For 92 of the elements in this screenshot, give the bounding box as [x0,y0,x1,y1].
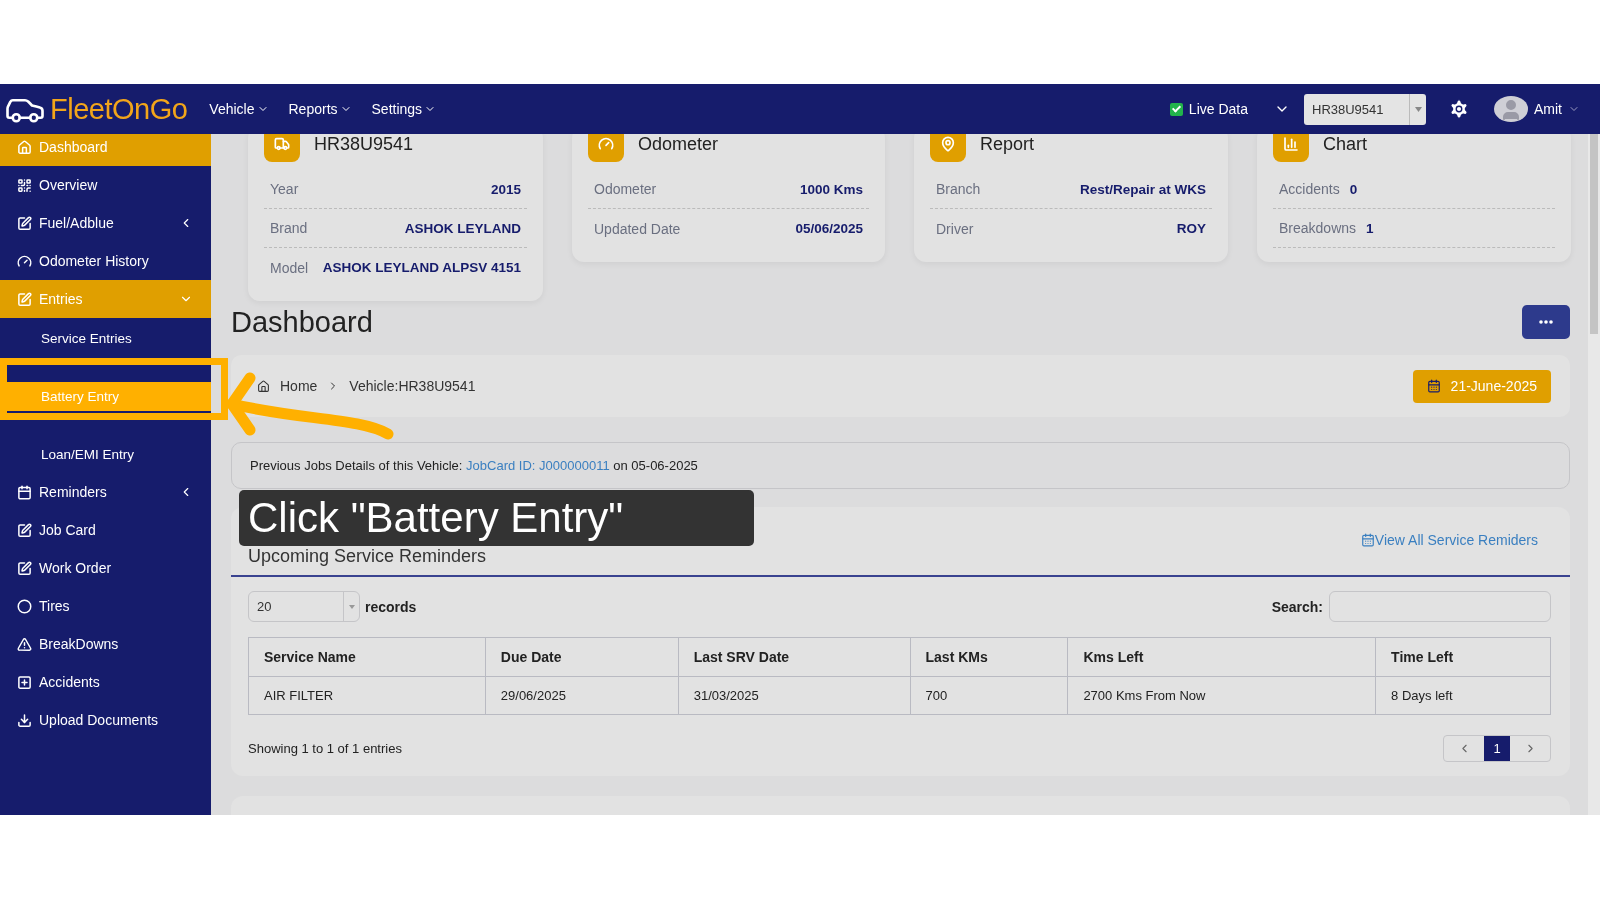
plus-icon [17,674,32,690]
submenu-item[interactable]: Loan/EMI Entry [0,440,211,469]
table-cell: 29/06/2025 [485,676,679,715]
truck-icon [264,134,300,162]
more-button[interactable] [1522,305,1570,339]
submenu-item[interactable]: Service Entries [0,324,211,353]
field-label: Updated Date [594,220,681,237]
field-label: Odometer [594,181,657,197]
search-field[interactable] [1329,591,1551,622]
caret-icon [348,604,355,609]
card-title: Chart [1323,134,1367,155]
circle-icon [17,598,32,614]
section-title: Upcoming Service Reminders [248,546,487,567]
vehicle-select[interactable]: HR38U9541 [1304,93,1426,125]
field-value: 2015 [490,181,521,197]
home-icon [257,379,270,393]
logo-text[interactable]: FleetOnGo [50,92,188,126]
sidebar-item[interactable]: Reminders [0,473,211,511]
sidebar-item[interactable]: Job Card [0,511,211,549]
edit-icon [17,522,32,538]
column-header[interactable]: Service Name [248,637,486,677]
field-label: Accidents [1279,181,1340,197]
table-cell: 700 [910,676,1068,715]
home-icon [17,139,32,155]
sidebar-item[interactable]: BreakDowns [0,625,211,663]
page-title: Dashboard [231,305,373,339]
map-pin-icon [930,134,966,162]
sidebar-item[interactable]: Overview [0,166,211,204]
calendar-icon [1360,533,1375,547]
sidebar-item[interactable]: Work Order [0,549,211,587]
breadcrumb-item[interactable]: Vehicle:HR38U9541 [349,378,476,394]
card-title: Odometer [638,134,719,155]
edit-icon [17,215,32,231]
field-label: Breakdowns [1279,220,1357,236]
nav-menu-item[interactable]: Vehicle [209,101,269,117]
gauge-icon [17,253,32,269]
scrollbar[interactable] [1588,134,1600,815]
warning-icon [17,636,32,652]
column-header[interactable]: Time Left [1375,637,1551,677]
field-value: 1000 Kms [799,181,863,197]
nav-menu-item[interactable]: Reports [288,101,352,117]
previous-jobs-text: Previous Jobs Details of this Vehicle: JobCard ID: J000000011 on 05-06-2025 [250,458,698,473]
sidebar-item[interactable]: Accidents [0,663,211,701]
column-header[interactable]: Last SRV Date [678,637,910,677]
checkbox-label[interactable]: Live Data [1188,101,1248,117]
field-label: Brand [270,220,308,236]
card-title: HR38U9541 [314,134,414,155]
column-header[interactable]: Kms Left [1067,637,1376,677]
table-cell: 8 Days left [1375,676,1551,715]
gauge-icon [588,134,624,162]
card-title: Report [980,134,1035,155]
field-value: 0 [1349,181,1358,197]
column-header[interactable]: Last KMs [910,637,1068,677]
user-name[interactable]: Amit [1534,101,1562,117]
sidebar-item[interactable]: Tires [0,587,211,625]
field-value: ASHOK LEYLAND ALPSV 4151 [322,260,521,275]
edit-icon [17,291,32,307]
live-data-checkbox[interactable] [1169,102,1183,116]
calendar-icon [17,484,32,500]
page-button[interactable]: 1 [1484,736,1510,761]
field-label: Branch [936,181,981,197]
avatar-icon[interactable] [1494,96,1528,122]
edit-icon [17,560,32,576]
field-value: ROY [1176,221,1206,236]
table-cell: AIR FILTER [248,676,486,715]
field-value: 05/06/2025 [795,221,863,236]
field-label: Model [270,259,309,276]
settings-icon[interactable] [1448,98,1470,120]
caret-icon [1414,106,1422,112]
sidebar-item[interactable]: Odometer History [0,242,211,280]
field-value: 1 [1366,220,1374,236]
nav-menu-item[interactable]: Settings [371,101,437,117]
sidebar-item[interactable]: Upload Documents [0,701,211,739]
column-header[interactable]: Due Date [485,637,679,677]
bar-chart-icon [1273,134,1309,162]
entries-summary: Showing 1 to 1 of 1 entries [248,741,402,756]
qr-code-icon [17,177,32,193]
table-cell: 2700 Kms From Now [1067,676,1376,715]
tutorial-tooltip: Click "Battery Entry" [239,490,754,546]
calendar-icon [1426,379,1441,393]
table-cell: 31/03/2025 [678,676,910,715]
download-icon [17,712,32,728]
search-label: Search: [1271,598,1323,615]
field-label: Year [270,181,299,197]
field-value: Rest/Repair at WKS [1079,181,1206,197]
ellipsis-icon [1539,320,1553,324]
page-size-select[interactable]: 20 [248,591,360,622]
sidebar-item[interactable]: Fuel/Adblue [0,204,211,242]
field-label: Driver [936,220,974,237]
field-value: ASHOK LEYLAND [404,220,521,236]
breadcrumb-item[interactable]: Home [280,378,318,394]
records-label: records [365,598,417,615]
